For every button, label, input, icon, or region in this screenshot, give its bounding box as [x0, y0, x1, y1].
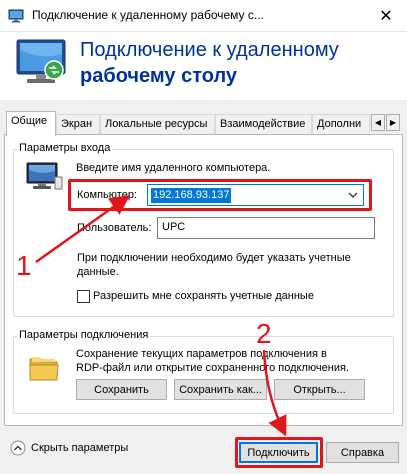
computer-icon — [26, 162, 63, 190]
window-title: Подключение к удаленному рабочему с... — [32, 8, 264, 22]
tab-label: Общие — [11, 115, 48, 127]
tab-scroll-right-button[interactable]: ▶ — [386, 114, 400, 131]
credentials-info-line1: При подключении необходимо будет указать… — [77, 252, 351, 264]
tab-local-resources[interactable]: Локальные ресурсы — [100, 114, 215, 135]
connection-desc-line1: Сохранение текущих параметров подключени… — [76, 348, 327, 360]
chevron-left-icon: ◀ — [374, 118, 382, 127]
hide-options-link[interactable]: Скрыть параметры — [31, 442, 128, 454]
open-button[interactable]: Открыть... — [274, 379, 365, 400]
close-icon: ✕ — [379, 8, 393, 25]
login-settings-group-label: Параметры входа — [17, 142, 113, 154]
header-title-line1: Подключение к удаленному — [80, 39, 339, 61]
close-button[interactable]: ✕ — [365, 0, 407, 32]
remote-desktop-logo-icon — [16, 39, 66, 83]
tab-label: Локальные ресурсы — [105, 118, 208, 130]
user-label: Пользователь: — [77, 222, 152, 234]
annotation-highlight-computer — [68, 179, 372, 211]
tab-label: Экран — [61, 118, 93, 130]
tab-label: Взаимодействие — [220, 118, 306, 130]
connection-desc-line2: RDP-файл или открытие сохраненного подкл… — [76, 362, 349, 374]
user-field[interactable]: UPC — [157, 217, 375, 239]
annotation-number-2: 2 — [256, 318, 272, 349]
credentials-info-line2: данные. — [77, 266, 119, 278]
help-button[interactable]: Справка — [326, 442, 399, 463]
tab-advanced[interactable]: Дополни — [312, 114, 370, 135]
annotation-highlight-connect — [235, 437, 323, 468]
header-title-line2: рабочему столу — [80, 65, 238, 87]
chevron-right-icon: ▶ — [389, 118, 397, 127]
tab-label: Дополни — [317, 118, 362, 130]
tab-experience[interactable]: Взаимодействие — [215, 114, 312, 135]
tab-scroll-left-button[interactable]: ◀ — [371, 114, 385, 131]
computer-prompt-text: Введите имя удаленного компьютера. — [76, 162, 271, 174]
folder-icon — [29, 357, 59, 381]
annotation-number-1: 1 — [16, 250, 32, 281]
header-banner: Подключение к удаленному рабочему столу — [0, 32, 407, 100]
chevron-up-circle-icon — [10, 440, 26, 456]
save-button[interactable]: Сохранить — [76, 379, 167, 400]
connection-settings-group-label: Параметры подключения — [17, 329, 151, 341]
tab-display[interactable]: Экран — [56, 114, 100, 135]
user-value: UPC — [162, 221, 186, 233]
remote-desktop-app-icon — [8, 9, 24, 23]
title-bar: Подключение к удаленному рабочему с... ✕ — [0, 0, 407, 32]
save-as-button[interactable]: Сохранить как... — [174, 379, 267, 400]
tab-general[interactable]: Общие — [6, 111, 56, 136]
hide-options-toggle[interactable] — [10, 440, 26, 456]
tab-panel-general: Параметры входа Введите имя удаленного к… — [4, 134, 403, 426]
save-credentials-checkbox[interactable] — [77, 290, 90, 303]
save-credentials-label[interactable]: Разрешить мне сохранять учетные данные — [93, 290, 314, 302]
